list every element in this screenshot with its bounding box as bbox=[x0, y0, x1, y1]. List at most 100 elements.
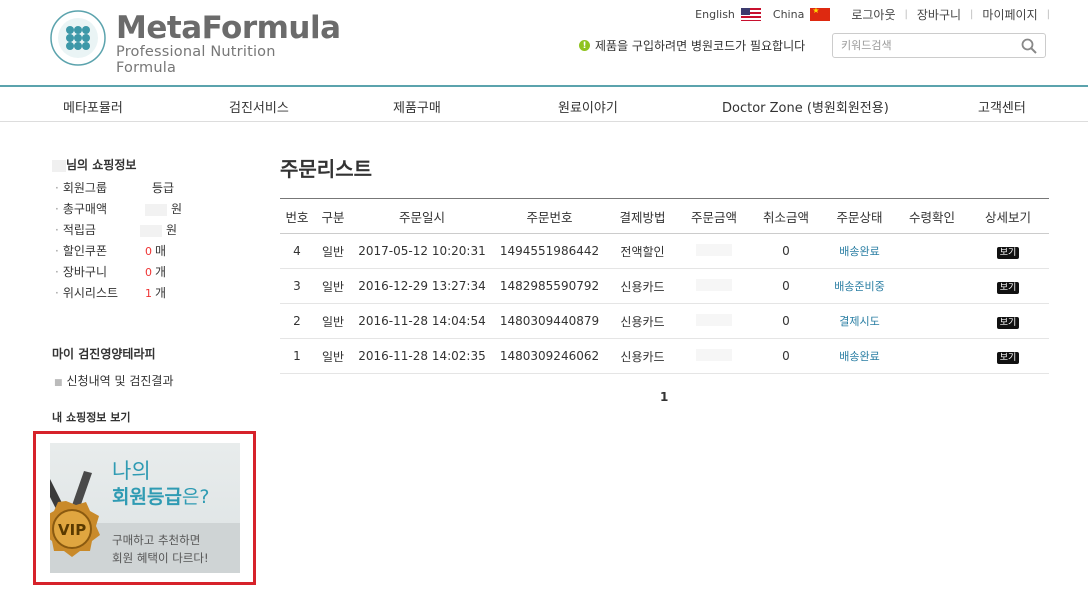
banner-line2: 회원등급은? bbox=[112, 482, 210, 509]
order-amount-cell bbox=[678, 338, 750, 374]
cancel-amount-cell: 0 bbox=[750, 268, 822, 304]
order-no-cell: 4 bbox=[280, 233, 314, 269]
masked-amount bbox=[696, 348, 732, 361]
lang-china[interactable]: China bbox=[772, 8, 831, 21]
payment-method-cell: 신용카드 bbox=[607, 303, 678, 339]
checkup-history-link[interactable]: ■ 신청내역 및 검진결과 bbox=[54, 372, 174, 389]
banner-line4: 회원 혜택이 다르다! bbox=[112, 551, 209, 565]
order-status-link[interactable]: 배송완료 bbox=[839, 245, 879, 258]
search-icon[interactable] bbox=[1021, 38, 1037, 54]
nav-item-checkup-service[interactable]: 검진서비스 bbox=[229, 97, 289, 116]
cancel-amount-cell: 0 bbox=[750, 233, 822, 269]
order-status-link[interactable]: 배송완료 bbox=[839, 350, 879, 363]
side-row-total-purchase: · 총구매액 bbox=[55, 202, 107, 216]
order-amount-cell bbox=[678, 303, 750, 339]
cancel-amount-cell: 0 bbox=[750, 303, 822, 339]
order-number-cell: 1494551986442 bbox=[492, 233, 607, 269]
banner-line3: 구매하고 추천하면 bbox=[112, 533, 201, 547]
column-header: 취소금액 bbox=[750, 198, 822, 234]
side-row-member-group: · 회원그룹 bbox=[55, 181, 107, 195]
order-status-link[interactable]: 결제시도 bbox=[839, 315, 879, 328]
side-row-points: · 적립금 bbox=[55, 223, 96, 237]
cart-link[interactable]: 장바구니 bbox=[908, 6, 970, 23]
order-amount-cell bbox=[678, 233, 750, 269]
membership-banner[interactable]: VIP 나의 회원등급은? 구매하고 추천하면 회원 혜택이 다르다! bbox=[50, 443, 240, 573]
banner-line2-rest: 은? bbox=[181, 486, 210, 508]
coupons-unit: 매 bbox=[155, 244, 167, 258]
logo-subtitle: Professional Nutrition Formula bbox=[116, 44, 276, 76]
pagination: 1 bbox=[660, 390, 668, 404]
order-number-cell: 1482985590792 bbox=[492, 268, 607, 304]
column-header: 구분 bbox=[314, 198, 352, 234]
lang-china-label: China bbox=[772, 8, 805, 21]
search-box bbox=[832, 33, 1046, 58]
receipt-confirm-cell bbox=[897, 303, 967, 339]
notice-text: 제품을 구입하려면 병원코드가 필요합니다 bbox=[595, 39, 806, 53]
detail-cell: 보기 bbox=[967, 233, 1049, 269]
view-detail-button[interactable]: 보기 bbox=[996, 281, 1020, 294]
member-group-value: 등급 bbox=[152, 181, 175, 195]
nav-item-customer-center[interactable]: 고객센터 bbox=[978, 97, 1026, 116]
nav-item-ingredient-story[interactable]: 원료이야기 bbox=[558, 97, 618, 116]
order-date-cell: 2016-11-28 14:04:54 bbox=[352, 303, 492, 339]
order-date-cell: 2016-11-28 14:02:35 bbox=[352, 338, 492, 374]
total-purchase-unit: 원 bbox=[171, 202, 183, 216]
side-row-coupons: · 할인쿠폰 bbox=[55, 244, 107, 258]
order-type-cell: 일반 bbox=[314, 268, 352, 304]
logout-link[interactable]: 로그아웃 bbox=[842, 6, 904, 23]
view-detail-button[interactable]: 보기 bbox=[996, 246, 1020, 259]
site-logo[interactable]: MetaFormula Professional Nutrition Formu… bbox=[50, 10, 341, 76]
my-shopping-info-title: 내 쇼핑정보 보기 bbox=[52, 411, 131, 424]
masked-amount bbox=[696, 243, 732, 256]
order-table: 번호 구분 주문일시 주문번호 결제방법 주문금액 취소금액 주문상태 수령확인… bbox=[280, 198, 1049, 374]
shopping-info-title-text: 님의 쇼핑정보 bbox=[66, 158, 137, 172]
square-bullet-icon: ■ bbox=[54, 378, 63, 388]
shopping-info-title: 님의 쇼핑정보 bbox=[52, 156, 136, 173]
payment-method-cell: 신용카드 bbox=[607, 268, 678, 304]
points-unit: 원 bbox=[166, 223, 178, 237]
nav-item-metaformula[interactable]: 메타포뮬러 bbox=[63, 97, 123, 116]
view-detail-button[interactable]: 보기 bbox=[996, 351, 1020, 364]
nav-item-doctor-zone[interactable]: Doctor Zone (병원회원전용) bbox=[722, 97, 889, 116]
wishlist-value[interactable]: 1개 bbox=[145, 284, 166, 301]
side-row-label: 회원그룹 bbox=[62, 181, 107, 195]
banner-line1: 나의 bbox=[112, 459, 151, 483]
search-input[interactable] bbox=[833, 34, 1013, 57]
lang-english[interactable]: English bbox=[695, 8, 761, 21]
page-link-1[interactable]: 1 bbox=[660, 390, 668, 404]
column-header: 수령확인 bbox=[897, 198, 967, 234]
nav-item-product-purchase[interactable]: 제품구매 bbox=[393, 97, 441, 116]
logo-emblem-icon bbox=[50, 10, 106, 66]
masked-amount bbox=[696, 278, 732, 291]
order-no-cell: 3 bbox=[280, 268, 314, 304]
china-flag-icon bbox=[810, 8, 831, 21]
wishlist-count: 1 bbox=[145, 287, 152, 300]
side-row-label: 적립금 bbox=[62, 223, 96, 237]
view-detail-button[interactable]: 보기 bbox=[996, 316, 1020, 329]
payment-method-cell: 신용카드 bbox=[607, 338, 678, 374]
order-status-cell: 배송완료 bbox=[822, 338, 897, 374]
column-header: 주문금액 bbox=[678, 198, 750, 234]
highlight-frame: VIP 나의 회원등급은? 구매하고 추천하면 회원 혜택이 다르다! bbox=[33, 431, 256, 585]
checkup-history-label: 신청내역 및 검진결과 bbox=[66, 374, 174, 388]
order-type-cell: 일반 bbox=[314, 303, 352, 339]
vip-medal-icon: VIP bbox=[50, 471, 100, 557]
coupons-value[interactable]: 0매 bbox=[145, 242, 166, 259]
order-status-cell: 배송준비중 bbox=[822, 268, 897, 304]
column-header: 결제방법 bbox=[607, 198, 678, 234]
detail-cell: 보기 bbox=[967, 268, 1049, 304]
column-header: 주문일시 bbox=[352, 198, 492, 234]
order-status-link[interactable]: 배송준비중 bbox=[834, 280, 885, 293]
coupons-count: 0 bbox=[145, 245, 152, 258]
order-amount-cell bbox=[678, 268, 750, 304]
table-row: 3 일반 2016-12-29 13:27:34 1482985590792 신… bbox=[280, 268, 1049, 304]
receipt-confirm-cell bbox=[897, 338, 967, 374]
banner-line2-bold: 회원등급 bbox=[112, 486, 182, 508]
table-row: 4 일반 2017-05-12 10:20:31 1494551986442 전… bbox=[280, 233, 1049, 269]
side-row-label: 장바구니 bbox=[62, 265, 107, 279]
page-title: 주문리스트 bbox=[280, 157, 372, 181]
side-row-label: 총구매액 bbox=[62, 202, 107, 216]
cart-value[interactable]: 0개 bbox=[145, 263, 166, 280]
us-flag-icon bbox=[740, 8, 761, 21]
mypage-link[interactable]: 마이페이지 bbox=[973, 6, 1046, 23]
